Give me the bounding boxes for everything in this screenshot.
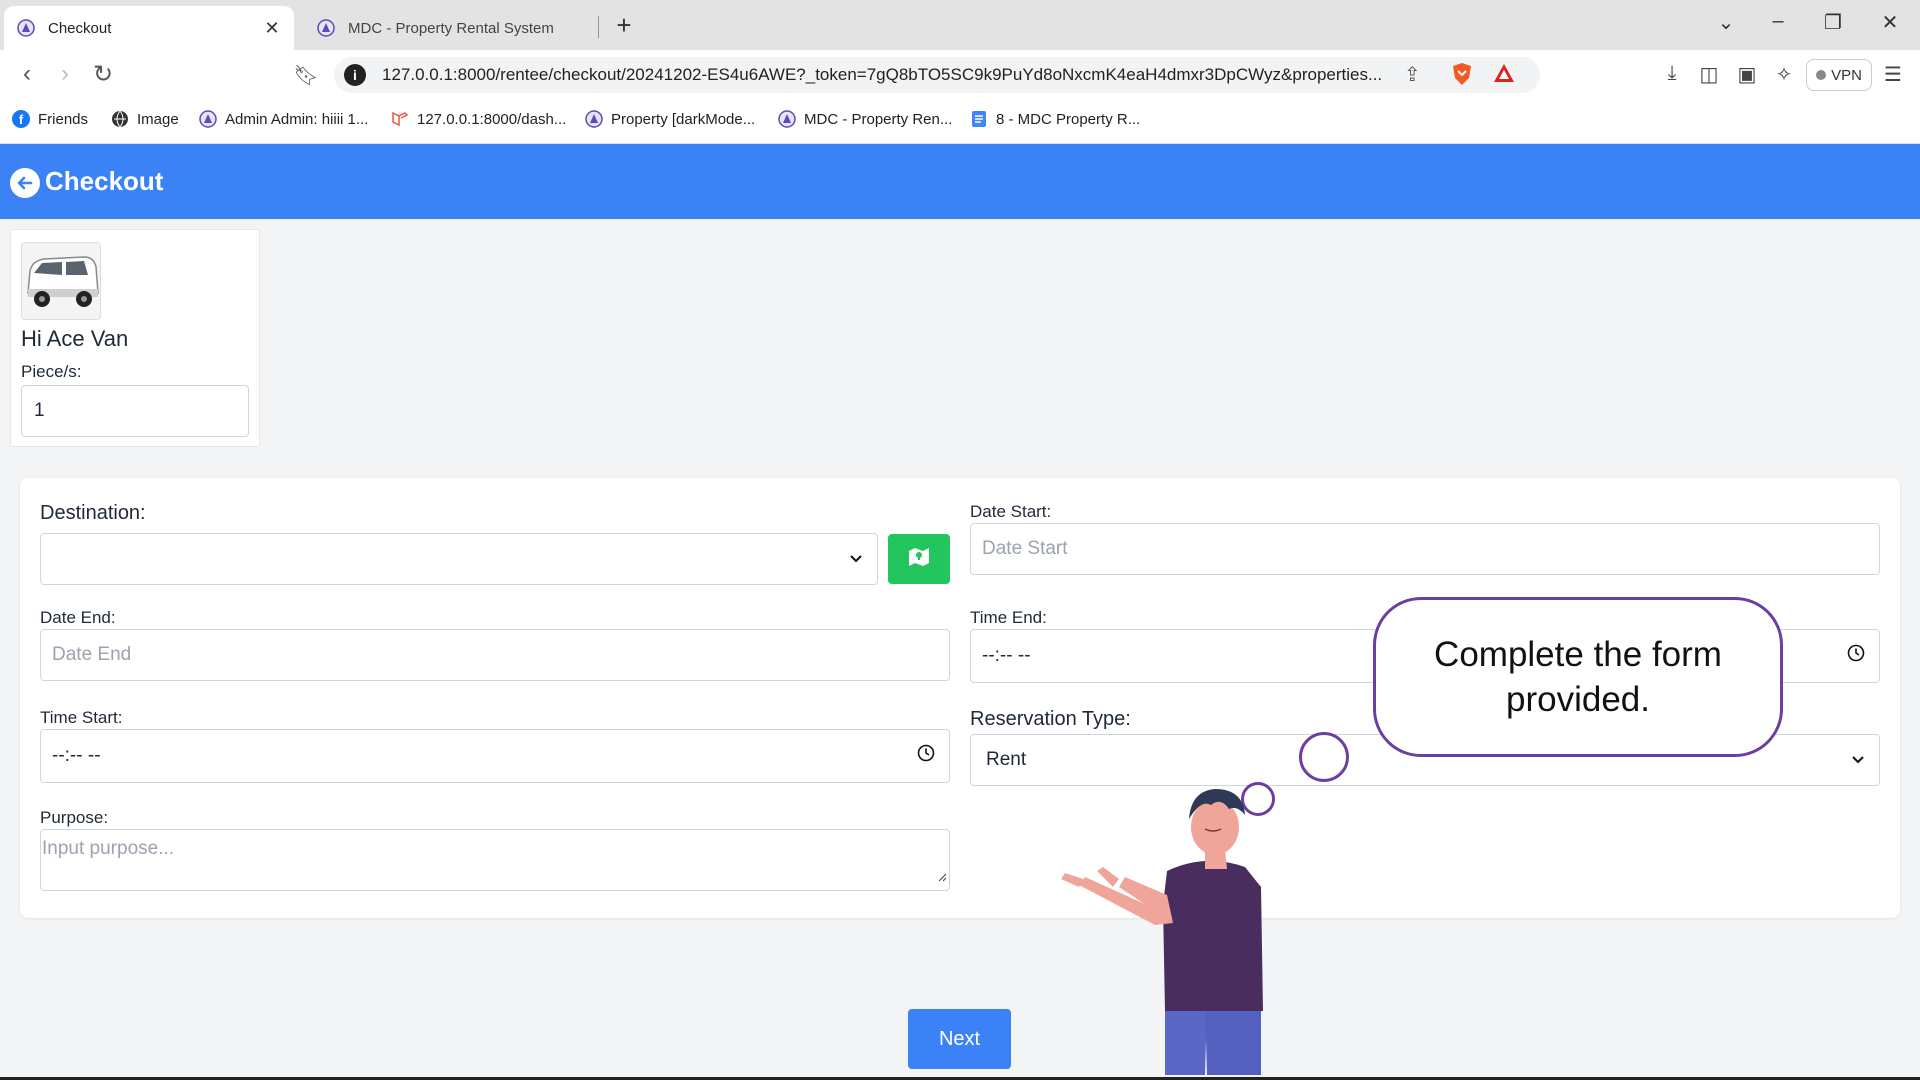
tab-search-chevron-icon[interactable]: ⌄ xyxy=(1711,10,1741,35)
back-arrow-icon[interactable] xyxy=(10,168,40,198)
sidebar-icon[interactable]: ◫ xyxy=(1696,62,1722,87)
bookmark-label: Friends xyxy=(38,110,89,128)
tab-title: Checkout xyxy=(48,19,112,37)
vpn-status-icon xyxy=(1816,70,1827,80)
new-tab-icon[interactable]: + xyxy=(610,10,638,41)
pieces-label: Piece/s: xyxy=(21,362,82,381)
purpose-textarea[interactable]: Input purpose... xyxy=(40,829,950,891)
app-icon xyxy=(585,110,603,128)
purpose-placeholder: Input purpose... xyxy=(42,838,175,859)
app-icon xyxy=(199,110,217,128)
app-header: Checkout xyxy=(0,144,1920,219)
date-end-input[interactable]: Date End xyxy=(40,629,950,681)
bookmark-dashboard[interactable]: 127.0.0.1:8000/dash... xyxy=(391,110,566,128)
reservation-type-value: Rent xyxy=(986,749,1027,770)
bookmark-label: Property [darkMode... xyxy=(611,110,756,128)
menu-icon[interactable]: ☰ xyxy=(1880,62,1906,87)
bookmark-doc[interactable]: 8 - MDC Property R... xyxy=(970,110,1140,128)
bookmark-image[interactable]: Image xyxy=(111,110,179,128)
map-button[interactable] xyxy=(888,534,950,584)
bookmark-mdc[interactable]: MDC - Property Ren... xyxy=(778,110,952,128)
close-icon[interactable]: ✕ xyxy=(262,18,282,39)
resize-handle-icon[interactable] xyxy=(937,866,947,888)
back-icon[interactable]: ‹ xyxy=(12,60,42,88)
bookmark-label: 8 - MDC Property R... xyxy=(996,110,1141,128)
reload-icon[interactable]: ↻ xyxy=(88,60,118,89)
next-button[interactable]: Next xyxy=(908,1009,1011,1069)
item-card: Hi Ace Van Piece/s: 1 xyxy=(10,229,260,447)
app-icon xyxy=(316,18,336,38)
speech-bubble: Complete the form provided. xyxy=(1373,597,1783,757)
site-info-icon[interactable]: i xyxy=(344,64,366,86)
van-image xyxy=(21,242,101,320)
tab-checkout[interactable]: Checkout ✕ xyxy=(4,6,294,50)
bookmark-friends[interactable]: f Friends xyxy=(12,110,88,128)
clock-icon[interactable] xyxy=(917,744,935,768)
url-text: 127.0.0.1:8000/rentee/checkout/20241202-… xyxy=(382,65,1382,84)
time-end-label: Time End: xyxy=(970,608,1047,627)
tab-title: MDC - Property Rental System xyxy=(348,19,554,37)
minimize-icon[interactable]: – xyxy=(1763,10,1793,33)
tab-separator xyxy=(598,16,599,38)
brave-rewards-icon[interactable] xyxy=(1492,62,1516,90)
time-start-input[interactable]: --:-- -- xyxy=(40,729,950,783)
time-start-value: --:-- -- xyxy=(52,745,101,766)
laravel-icon xyxy=(391,110,409,128)
map-icon xyxy=(907,546,931,573)
tab-mdc[interactable]: MDC - Property Rental System xyxy=(304,6,594,50)
time-start-label: Time Start: xyxy=(40,708,123,727)
window-close-icon[interactable]: ✕ xyxy=(1875,10,1905,35)
bookmark-icon[interactable]: 🔖︎ xyxy=(291,63,321,88)
bookmark-property[interactable]: Property [darkMode... xyxy=(585,110,755,128)
vpn-label: VPN xyxy=(1831,66,1862,84)
omnibox[interactable]: i 127.0.0.1:8000/rentee/checkout/2024120… xyxy=(334,57,1540,93)
destination-label: Destination: xyxy=(40,502,146,524)
chevron-down-icon xyxy=(1851,749,1865,771)
guide-character-illustration xyxy=(1055,775,1285,1075)
doc-icon xyxy=(970,110,988,128)
bookmark-label: Admin Admin: hiiii 1... xyxy=(225,110,369,128)
clock-icon[interactable] xyxy=(1847,644,1865,668)
share-icon[interactable]: ⇪ xyxy=(1404,62,1421,87)
svg-text:f: f xyxy=(19,112,24,127)
purpose-label: Purpose: xyxy=(40,808,109,827)
destination-select[interactable] xyxy=(40,533,878,585)
item-name: Hi Ace Van xyxy=(21,326,129,351)
bookmark-admin[interactable]: Admin Admin: hiiii 1... xyxy=(199,110,368,128)
app-icon xyxy=(778,110,796,128)
forward-icon[interactable]: › xyxy=(50,60,80,88)
tutorial-message: Complete the form provided. xyxy=(1434,634,1722,720)
facebook-icon: f xyxy=(12,110,30,128)
chevron-down-icon xyxy=(849,548,863,570)
wallet-icon[interactable]: ▣ xyxy=(1734,62,1760,87)
reservation-type-label: Reservation Type: xyxy=(970,708,1131,730)
app-icon xyxy=(16,18,36,38)
leo-ai-icon[interactable]: ✧ xyxy=(1771,62,1797,87)
globe-icon xyxy=(111,110,129,128)
page-title: Checkout xyxy=(45,166,164,196)
download-icon[interactable]: ⤓ xyxy=(1659,62,1685,85)
restore-icon[interactable]: ❐ xyxy=(1818,10,1848,35)
time-end-value: --:-- -- xyxy=(982,645,1031,666)
brave-shield-icon[interactable] xyxy=(1451,62,1473,92)
date-end-label: Date End: xyxy=(40,608,116,627)
thought-circle xyxy=(1299,732,1349,782)
date-start-label: Date Start: xyxy=(970,502,1052,521)
bookmark-label: MDC - Property Ren... xyxy=(804,110,953,128)
browser-tab-bar: Checkout ✕ MDC - Property Rental System … xyxy=(0,0,1920,50)
bookmark-label: 127.0.0.1:8000/dash... xyxy=(417,110,567,128)
bookmarks-bar: f Friends Image Admin Admin: hiiii 1... … xyxy=(0,100,1920,144)
vpn-button[interactable]: VPN xyxy=(1806,59,1872,91)
pieces-input[interactable]: 1 xyxy=(21,385,249,437)
date-start-input[interactable]: Date Start xyxy=(970,523,1880,575)
bookmark-label: Image xyxy=(137,110,179,128)
